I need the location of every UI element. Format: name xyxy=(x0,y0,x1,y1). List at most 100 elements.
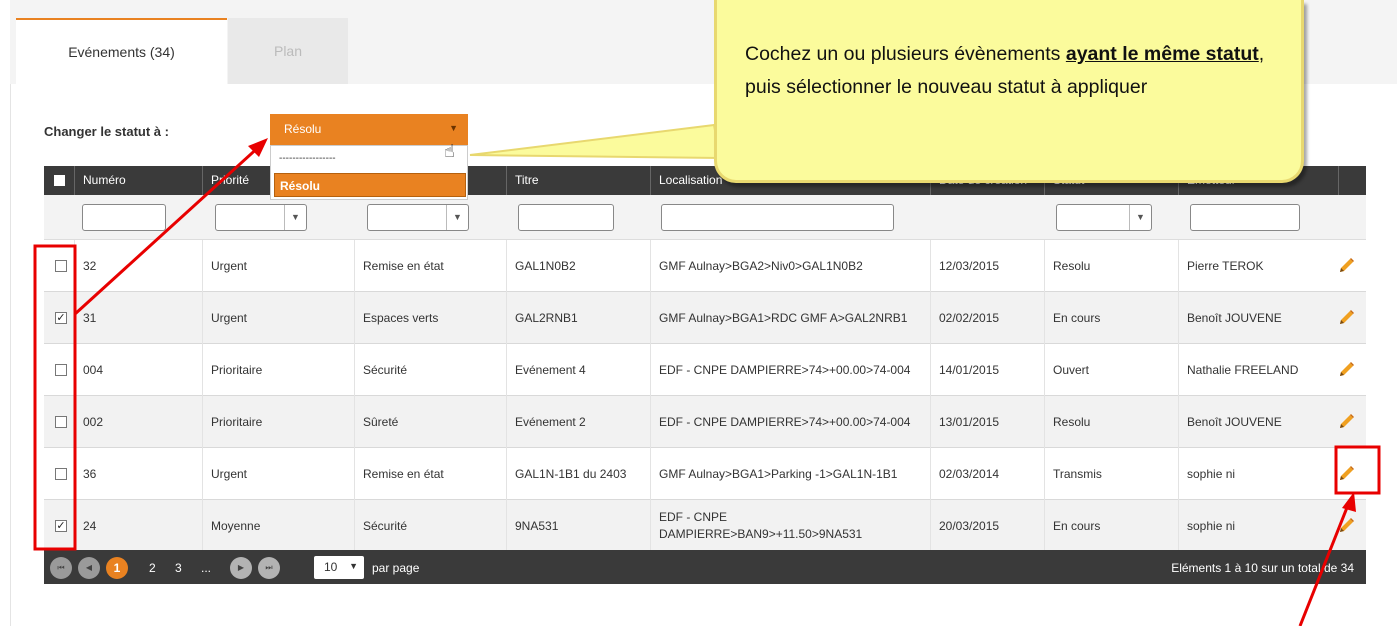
table-row[interactable]: ✓ 31 Urgent Espaces verts GAL2RNB1 GMF Aulnay… xyxy=(44,292,1366,344)
cell-statut: Ouvert xyxy=(1044,344,1178,396)
page-button-current[interactable]: 1 xyxy=(106,557,128,579)
filter-type-select[interactable]: ▼ xyxy=(367,204,469,231)
cell-titre: Evénement 4 xyxy=(506,344,650,396)
cell-priorite: Prioritaire xyxy=(202,396,354,448)
row-checkbox[interactable]: ✓ xyxy=(55,312,67,324)
cell-localisation: GMF Aulnay>BGA1>RDC GMF A>GAL2NRB1 xyxy=(650,292,930,344)
cell-date: 20/03/2015 xyxy=(930,500,1044,552)
cell-emetteur: Benoît JOUVENE xyxy=(1178,396,1338,448)
edit-pencil-icon[interactable] xyxy=(1336,308,1356,328)
cell-numero: 002 xyxy=(74,396,202,448)
cell-date: 02/02/2015 xyxy=(930,292,1044,344)
page-size-select[interactable]: 10 ▼ xyxy=(314,556,364,579)
cell-titre: GAL1N0B2 xyxy=(506,240,650,292)
cell-priorite: Urgent xyxy=(202,240,354,292)
cell-priorite: Urgent xyxy=(202,448,354,500)
tab-events[interactable]: Evénements (34) xyxy=(16,18,227,84)
cell-emetteur: sophie ni xyxy=(1178,500,1338,552)
cell-titre: GAL1N-1B1 du 2403 xyxy=(506,448,650,500)
column-header-actions xyxy=(1338,166,1366,195)
edit-pencil-icon[interactable] xyxy=(1336,516,1356,536)
chevron-down-icon: ▼ xyxy=(284,205,306,230)
status-option-resolu[interactable]: Résolu xyxy=(274,173,466,197)
cell-statut: En cours xyxy=(1044,292,1178,344)
table-row[interactable]: ✓ 24 Moyenne Sécurité 9NA531 EDF - CNPE DAMPI… xyxy=(44,500,1366,552)
status-select[interactable]: Résolu ▼ xyxy=(270,114,468,145)
cell-type: Remise en état xyxy=(354,448,506,500)
cell-date: 14/01/2015 xyxy=(930,344,1044,396)
first-page-icon[interactable]: ⏮ xyxy=(50,557,72,579)
cell-localisation: EDF - CNPE DAMPIERRE>74>+00.00>74-004 xyxy=(650,396,930,448)
row-checkbox[interactable]: ✓ xyxy=(55,520,67,532)
table-row[interactable]: 002 Prioritaire Sûreté Evénement 2 EDF - CNP… xyxy=(44,396,1366,448)
hand-cursor-icon: ☝ xyxy=(444,141,455,161)
chevron-down-icon: ▼ xyxy=(446,205,468,230)
cell-date: 02/03/2014 xyxy=(930,448,1044,500)
edit-pencil-icon[interactable] xyxy=(1336,412,1356,432)
per-page-label: par page xyxy=(372,561,420,575)
cell-emetteur: Benoît JOUVENE xyxy=(1178,292,1338,344)
column-header-numero[interactable]: Numéro xyxy=(74,166,202,195)
cell-numero: 36 xyxy=(74,448,202,500)
status-option-empty[interactable]: ----------------- xyxy=(279,153,336,164)
select-all-checkbox-cell[interactable] xyxy=(44,166,74,195)
cell-localisation: GMF Aulnay>BGA2>Niv0>GAL1N0B2 xyxy=(650,240,930,292)
filter-numero-input[interactable] xyxy=(82,204,166,231)
filter-titre-input[interactable] xyxy=(518,204,614,231)
column-header-titre[interactable]: Titre xyxy=(506,166,650,195)
row-checkbox[interactable] xyxy=(55,416,67,428)
cell-type: Sécurité xyxy=(354,344,506,396)
cell-statut: Resolu xyxy=(1044,396,1178,448)
cell-statut: En cours xyxy=(1044,500,1178,552)
row-checkbox[interactable] xyxy=(55,260,67,272)
cell-type: Sûreté xyxy=(354,396,506,448)
cell-priorite: Moyenne xyxy=(202,500,354,552)
table-row[interactable]: 32 Urgent Remise en état GAL1N0B2 GMF Aulnay… xyxy=(44,240,1366,292)
callout-text-bold: ayant le même statut xyxy=(1065,43,1259,65)
select-all-checkbox[interactable] xyxy=(54,175,65,186)
cell-statut: Resolu xyxy=(1044,240,1178,292)
callout-text-before: Cochez un ou plusieurs évènements xyxy=(745,43,1066,65)
chevron-down-icon: ▼ xyxy=(449,123,458,133)
row-checkbox[interactable] xyxy=(55,364,67,376)
next-page-icon[interactable]: ▶ xyxy=(230,557,252,579)
tab-events-label: Evénements (34) xyxy=(68,44,175,60)
table-row[interactable]: 36 Urgent Remise en état GAL1N-1B1 du 2403 G… xyxy=(44,448,1366,500)
status-select-value: Résolu xyxy=(284,122,322,136)
cell-titre: Evénement 2 xyxy=(506,396,650,448)
cell-numero: 31 xyxy=(74,292,202,344)
table-row[interactable]: 004 Prioritaire Sécurité Evénement 4 EDF - C… xyxy=(44,344,1366,396)
edit-pencil-icon[interactable] xyxy=(1336,464,1356,484)
page-button-3[interactable]: 3 xyxy=(175,561,182,575)
last-page-icon[interactable]: ⏭ xyxy=(258,557,280,579)
cell-date: 13/01/2015 xyxy=(930,396,1044,448)
edit-pencil-icon[interactable] xyxy=(1336,256,1356,276)
row-checkbox[interactable] xyxy=(55,468,67,480)
cell-emetteur: sophie ni xyxy=(1178,448,1338,500)
pager-summary: Eléments 1 à 10 sur un total de 34 xyxy=(1171,561,1354,575)
previous-page-icon[interactable]: ◀ xyxy=(78,557,100,579)
cell-numero: 004 xyxy=(74,344,202,396)
cell-titre: 9NA531 xyxy=(506,500,650,552)
page-ellipsis[interactable]: ... xyxy=(201,561,211,575)
chevron-down-icon: ▼ xyxy=(1129,205,1151,230)
filter-emetteur-input[interactable] xyxy=(1190,204,1300,231)
cell-localisation: GMF Aulnay>BGA1>Parking -1>GAL1N-1B1 xyxy=(650,448,930,500)
cell-localisation: EDF - CNPE DAMPIERRE>74>+00.00>74-004 xyxy=(650,344,930,396)
filter-priorite-select[interactable]: ▼ xyxy=(215,204,307,231)
page-button-2[interactable]: 2 xyxy=(149,561,156,575)
tab-plan[interactable]: Plan xyxy=(228,18,348,84)
cell-localisation: EDF - CNPE DAMPIERRE>BAN9>+11.50>9NA531 xyxy=(650,500,930,552)
cell-type: Sécurité xyxy=(354,500,506,552)
filter-localisation-input[interactable] xyxy=(661,204,894,231)
cell-emetteur: Pierre TEROK xyxy=(1178,240,1338,292)
change-status-label: Changer le statut à : xyxy=(44,124,169,139)
tab-plan-label: Plan xyxy=(273,43,303,59)
cell-priorite: Prioritaire xyxy=(202,344,354,396)
cell-type: Espaces verts xyxy=(354,292,506,344)
filter-statut-select[interactable]: ▼ xyxy=(1056,204,1152,231)
cell-titre: GAL2RNB1 xyxy=(506,292,650,344)
filter-row: ▼ ▼ ▼ xyxy=(44,195,1366,240)
cell-numero: 24 xyxy=(74,500,202,552)
edit-pencil-icon[interactable] xyxy=(1336,360,1356,380)
